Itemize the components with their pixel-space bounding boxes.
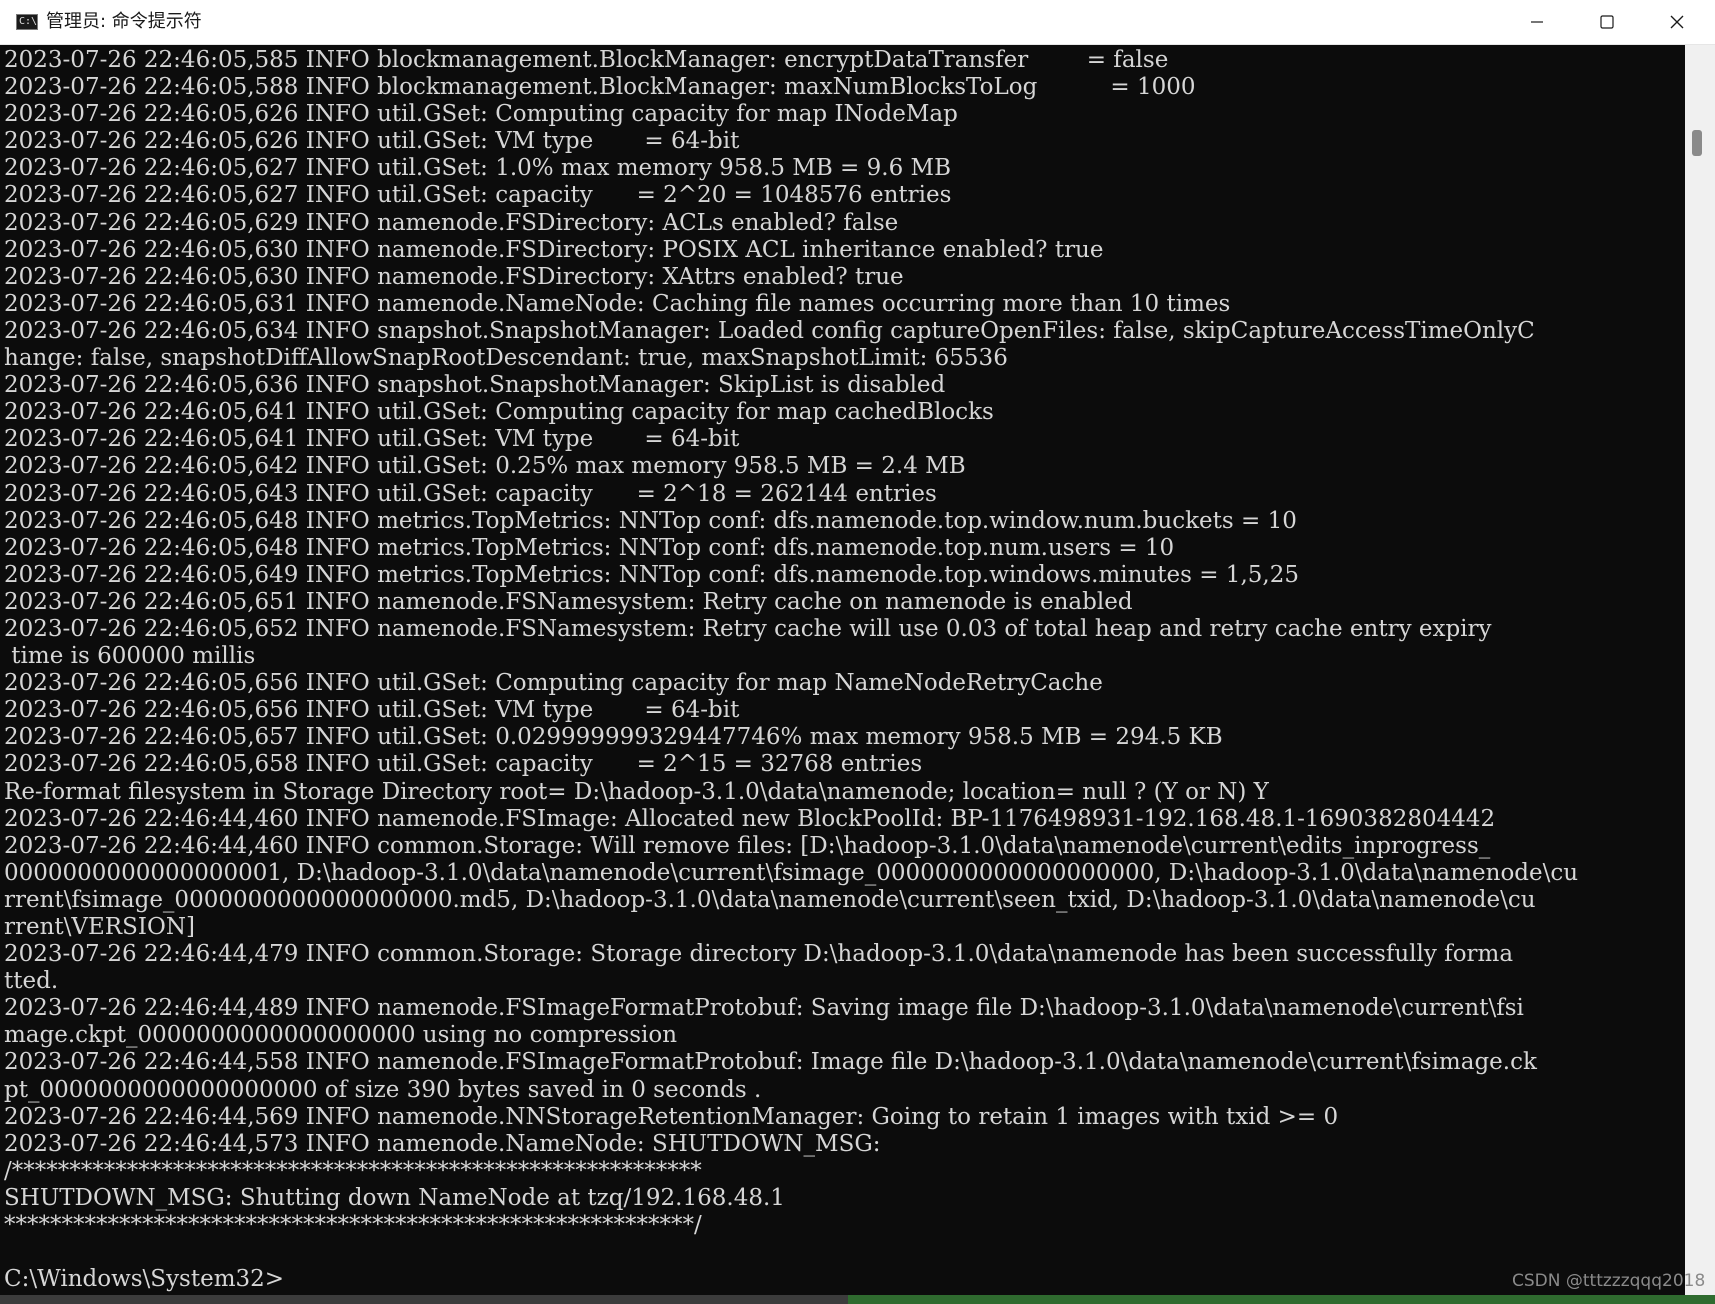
console-line: 2023-07-26 22:46:05,588 INFO blockmanage… xyxy=(4,74,1196,101)
console-line: 2023-07-26 22:46:05,630 INFO namenode.FS… xyxy=(4,263,904,290)
console-line: 2023-07-26 22:46:44,558 INFO namenode.FS… xyxy=(4,1049,1537,1076)
console-line: 2023-07-26 22:46:05,642 INFO util.GSet: … xyxy=(4,453,966,480)
window-title: 管理员: 命令提示符 xyxy=(46,11,202,32)
console-line: 2023-07-26 22:46:05,627 INFO util.GSet: … xyxy=(4,182,952,209)
console-line: SHUTDOWN_MSG: Shutting down NameNode at … xyxy=(4,1184,785,1211)
console-line: 0000000000000000001, D:\hadoop-3.1.0\dat… xyxy=(4,859,1579,886)
close-button[interactable] xyxy=(1642,0,1712,44)
minimize-button[interactable] xyxy=(1502,0,1572,44)
console-line: 2023-07-26 22:46:44,569 INFO namenode.NN… xyxy=(4,1103,1339,1130)
console-line: 2023-07-26 22:46:44,573 INFO namenode.Na… xyxy=(4,1130,881,1157)
console-line: 2023-07-26 22:46:05,643 INFO util.GSet: … xyxy=(4,480,937,507)
console-line: 2023-07-26 22:46:05,657 INFO util.GSet: … xyxy=(4,724,1223,751)
console-line: 2023-07-26 22:46:05,648 INFO metrics.Top… xyxy=(4,507,1297,534)
console-line: hange: false, snapshotDiffAllowSnapRootD… xyxy=(4,345,1008,372)
console-line: /***************************************… xyxy=(4,1157,702,1184)
console-line: 2023-07-26 22:46:05,658 INFO util.GSet: … xyxy=(4,751,923,778)
console-line: 2023-07-26 22:46:05,636 INFO snapshot.Sn… xyxy=(4,372,946,399)
maximize-button[interactable] xyxy=(1572,0,1642,44)
console-line: 2023-07-26 22:46:05,648 INFO metrics.Top… xyxy=(4,534,1175,561)
vertical-scrollbar[interactable] xyxy=(1685,45,1715,1295)
console-line: 2023-07-26 22:46:44,460 INFO common.Stor… xyxy=(4,832,1491,859)
command-prompt-window: C:\ 管理员: 命令提示符 2023-07-26 22:46:05,585 I… xyxy=(0,0,1715,1304)
minimize-icon xyxy=(1531,21,1543,23)
console-line: 2023-07-26 22:46:05,627 INFO util.GSet: … xyxy=(4,155,951,182)
console-line: 2023-07-26 22:46:05,656 INFO util.GSet: … xyxy=(4,670,1103,697)
background-window-strip-green xyxy=(848,1295,1715,1304)
console-line: mage.ckpt_0000000000000000000 using no c… xyxy=(4,1022,678,1049)
maximize-icon xyxy=(1600,15,1614,29)
console-output[interactable]: 2023-07-26 22:46:05,585 INFO blockmanage… xyxy=(0,45,1685,1295)
console-line: 2023-07-26 22:46:05,630 INFO namenode.FS… xyxy=(4,236,1104,263)
console-line: rrent\fsimage_0000000000000000000.md5, D… xyxy=(4,886,1536,913)
console-lines: 2023-07-26 22:46:05,585 INFO blockmanage… xyxy=(4,47,1684,1293)
console-line: 2023-07-26 22:46:05,656 INFO util.GSet: … xyxy=(4,697,740,724)
console-line: C:\Windows\System32> xyxy=(4,1266,285,1293)
console-line: 2023-07-26 22:46:05,585 INFO blockmanage… xyxy=(4,47,1169,73)
scrollbar-thumb[interactable] xyxy=(1692,130,1702,156)
console-line: 2023-07-26 22:46:05,626 INFO util.GSet: … xyxy=(4,128,740,155)
console-line: 2023-07-26 22:46:05,626 INFO util.GSet: … xyxy=(4,101,958,128)
console-line: time is 600000 millis xyxy=(4,643,256,670)
console-line: rrent\VERSION] xyxy=(4,914,195,940)
watermark: CSDN @tttzzzqqq2018 xyxy=(1512,1271,1706,1291)
console-line: Re-format filesystem in Storage Director… xyxy=(4,778,1269,805)
console-line: 2023-07-26 22:46:05,649 INFO metrics.Top… xyxy=(4,561,1299,588)
console-line: 2023-07-26 22:46:05,641 INFO util.GSet: … xyxy=(4,426,740,453)
console-line: 2023-07-26 22:46:44,460 INFO namenode.FS… xyxy=(4,805,1496,832)
console-line: 2023-07-26 22:46:05,629 INFO namenode.FS… xyxy=(4,209,899,236)
close-icon xyxy=(1670,15,1684,29)
console-line: 2023-07-26 22:46:05,652 INFO namenode.FS… xyxy=(4,615,1492,642)
console-line: 2023-07-26 22:46:05,634 INFO snapshot.Sn… xyxy=(4,317,1535,344)
cmd-icon: C:\ xyxy=(16,14,38,30)
console-line: 2023-07-26 22:46:05,631 INFO namenode.Na… xyxy=(4,290,1231,317)
console-line: ****************************************… xyxy=(4,1212,702,1239)
console-line: 2023-07-26 22:46:05,651 INFO namenode.FS… xyxy=(4,588,1133,615)
console-line: tted. xyxy=(4,968,59,995)
console-line: 2023-07-26 22:46:05,641 INFO util.GSet: … xyxy=(4,399,994,426)
console-line: 2023-07-26 22:46:44,479 INFO common.Stor… xyxy=(4,941,1514,968)
title-bar[interactable]: C:\ 管理员: 命令提示符 xyxy=(0,0,1715,45)
console-line: pt_0000000000000000000 of size 390 bytes… xyxy=(4,1076,762,1103)
console-line: 2023-07-26 22:46:44,489 INFO namenode.FS… xyxy=(4,995,1524,1022)
